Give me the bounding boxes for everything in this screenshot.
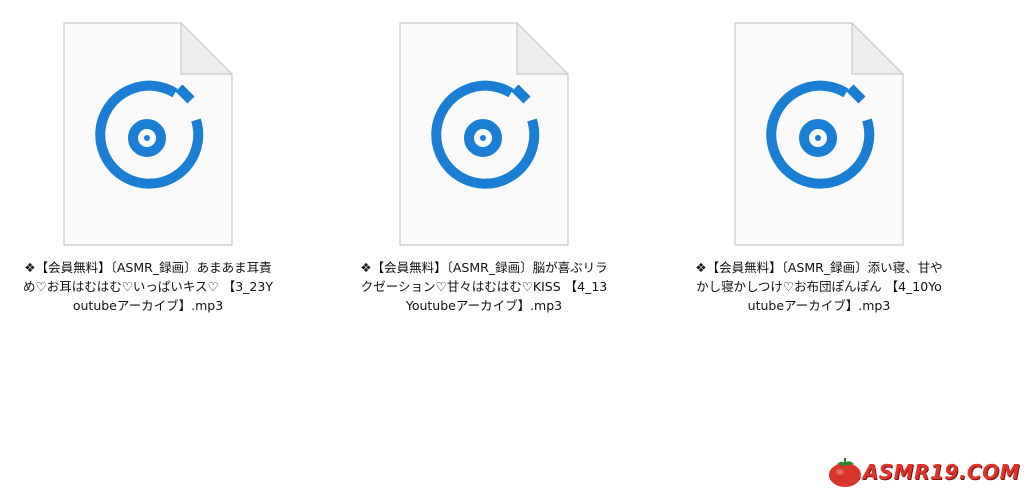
tomato-icon xyxy=(828,458,861,487)
watermark-logo: ASMR19.COM xyxy=(827,455,1020,489)
music-file-icon xyxy=(734,22,904,246)
file-item[interactable]: ❖【会員無料】〔ASMR_録画〕脳が喜ぶリラクゼーション♡甘々はむはむ♡KISS… xyxy=(359,22,609,315)
music-file-icon xyxy=(399,22,569,246)
watermark-text: ASMR19.COM xyxy=(862,460,1020,484)
music-file-icon xyxy=(63,22,233,246)
file-item[interactable]: ❖【会員無料】〔ASMR_録画〕あまあま耳責め♡お耳はむはむ♡いっぱいキス♡ 【… xyxy=(23,22,273,315)
file-name-label: ❖【会員無料】〔ASMR_録画〕あまあま耳責め♡お耳はむはむ♡いっぱいキス♡ 【… xyxy=(23,260,273,313)
file-name-label: ❖【会員無料】〔ASMR_録画〕添い寝、甘やかし寝かしつけ♡お布団ぽんぽん 【4… xyxy=(695,260,943,313)
file-name-label: ❖【会員無料】〔ASMR_録画〕脳が喜ぶリラクゼーション♡甘々はむはむ♡KISS… xyxy=(360,260,608,313)
file-item[interactable]: ❖【会員無料】〔ASMR_録画〕添い寝、甘やかし寝かしつけ♡お布団ぽんぽん 【4… xyxy=(694,22,944,315)
